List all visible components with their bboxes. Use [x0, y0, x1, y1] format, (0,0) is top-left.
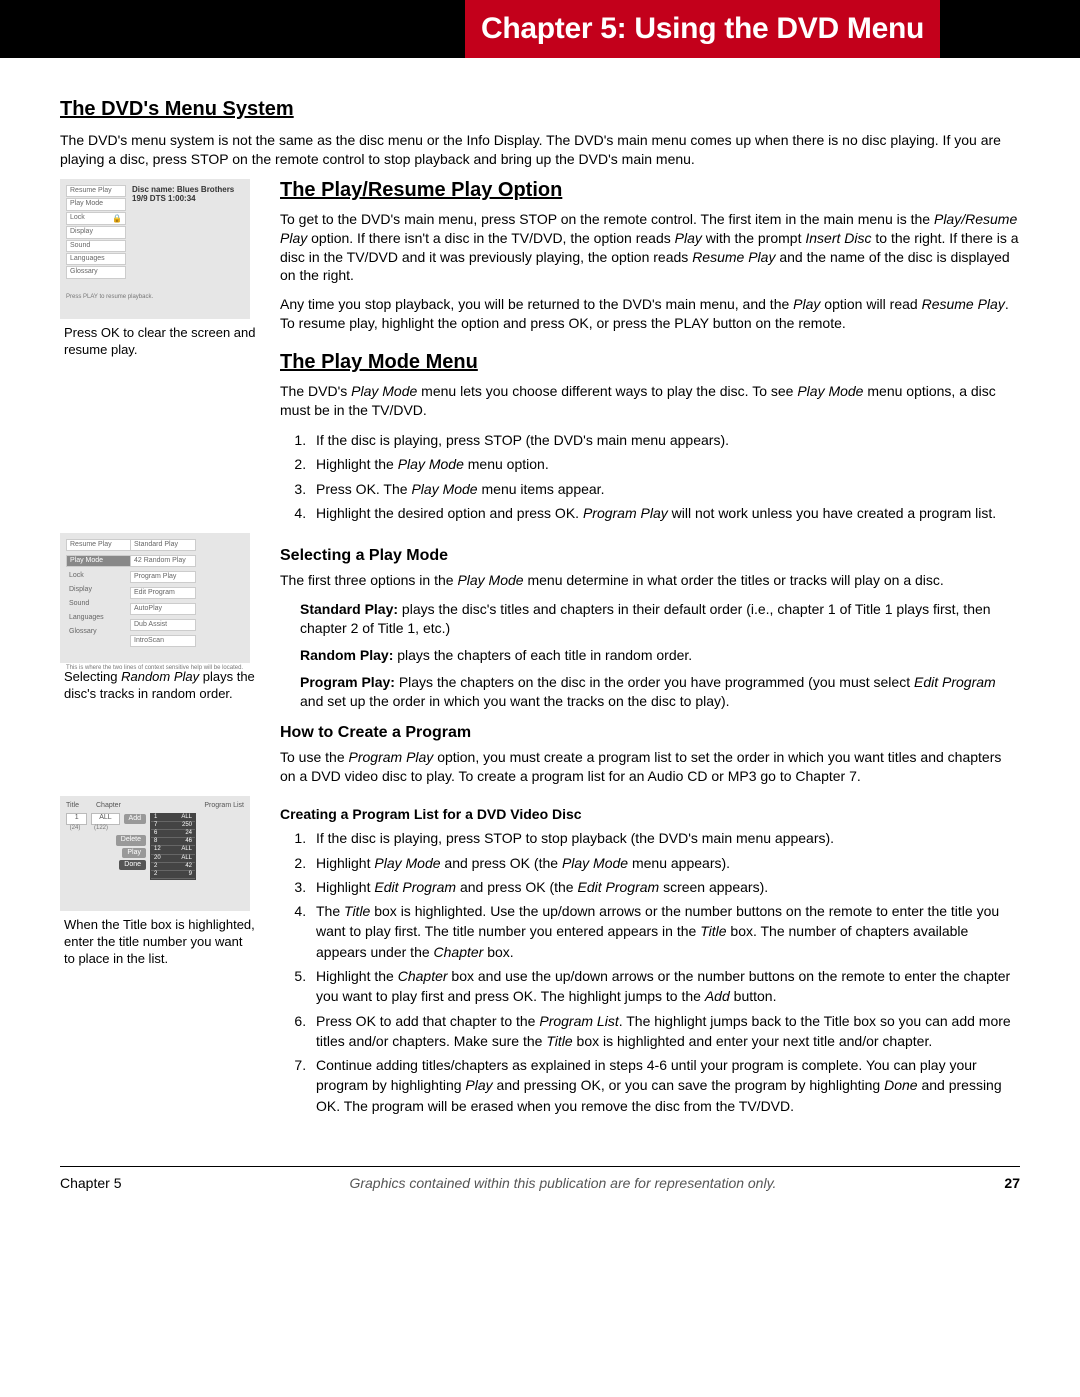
step: Press OK. The Play Mode menu items appea… [310, 479, 1020, 499]
fig1-disc-time: 19/9 DTS 1:00:34 [132, 194, 242, 204]
step: The Title box is highlighted. Use the up… [310, 901, 1020, 962]
right-column: Creating a Program List for a DVD Video … [280, 796, 1020, 1126]
play-resume-p1: To get to the DVD's main menu, press STO… [280, 210, 1020, 286]
chapter-title: Chapter 5: Using the DVD Menu [465, 0, 940, 58]
row-program-list: Title Chapter Program List 1 ALL Add [60, 796, 1020, 1126]
section-heading-dvd-menu-system: The DVD's Menu System [60, 98, 1020, 121]
step: If the disc is playing, press STOP (the … [310, 430, 1020, 450]
figure-main-menu: Resume Play Play Mode Lock🔒 Display Soun… [60, 179, 250, 319]
fig3-proglist-label: Program List [204, 802, 244, 810]
section-heading-play-resume: The Play/Resume Play Option [280, 179, 1020, 202]
figure-play-mode-menu: Resume Play Play Mode Lock Display Sound… [60, 533, 250, 663]
row-select-play-mode: Resume Play Play Mode Lock Display Sound… [60, 533, 1020, 796]
right-column: Selecting a Play Mode The first three op… [280, 533, 1020, 796]
right-column: The Play/Resume Play Option To get to th… [280, 179, 1020, 533]
create-program-p1: To use the Program Play option, you must… [280, 748, 1020, 786]
left-column: Title Chapter Program List 1 ALL Add [60, 796, 260, 986]
play-mode-p1: The DVD's Play Mode menu lets you choose… [280, 382, 1020, 420]
fig1-item: Languages [66, 253, 126, 265]
fig2-left-item: Lock [66, 571, 130, 581]
subheading-selecting-play-mode: Selecting a Play Mode [280, 547, 1020, 565]
fig1-item: Resume Play [66, 185, 126, 197]
step: Highlight Edit Program and press OK (the… [310, 877, 1020, 897]
footer-page-number: 27 [1004, 1175, 1020, 1191]
left-column: Resume Play Play Mode Lock Display Sound… [60, 533, 260, 721]
fig2-right-item: Edit Program [130, 587, 196, 599]
footer-left: Chapter 5 [60, 1175, 121, 1191]
fig3-delete-button: Delete [116, 835, 146, 845]
fig2-left-item: Sound [66, 599, 130, 609]
fig2-caption: Selecting Random Play plays the disc's t… [64, 669, 256, 703]
fig3-chapter-label: Chapter [96, 802, 126, 810]
fig2-right-item: AutoPlay [130, 603, 196, 615]
section-heading-play-mode: The Play Mode Menu [280, 351, 1020, 374]
fig3-title-label: Title [66, 802, 90, 810]
figure-edit-program: Title Chapter Program List 1 ALL Add [60, 796, 250, 911]
content-area: The DVD's Menu System The DVD's menu sys… [0, 58, 1080, 1126]
step: Highlight the desired option and press O… [310, 503, 1020, 523]
def-random-play: Random Play: plays the chapters of each … [300, 646, 1020, 665]
fig2-right-item: Standard Play [130, 539, 196, 551]
step: If the disc is playing, press STOP to st… [310, 828, 1020, 848]
fig3-play-button: Play [122, 848, 146, 858]
page: Chapter 5: Using the DVD Menu The DVD's … [0, 0, 1080, 1231]
fig1-caption: Press OK to clear the screen and resume … [64, 325, 256, 359]
footer-center: Graphics contained within this publicati… [349, 1175, 776, 1191]
fig1-foot: Press PLAY to resume playback. [66, 294, 244, 301]
fig2-left-item: Languages [66, 613, 130, 623]
step: Press OK to add that chapter to the Prog… [310, 1011, 1020, 1052]
intro-paragraph: The DVD's menu system is not the same as… [60, 131, 1020, 169]
fig2-left-item: Play Mode [66, 555, 132, 567]
play-mode-steps: If the disc is playing, press STOP (the … [280, 430, 1020, 523]
step: Highlight the Chapter box and use the up… [310, 966, 1020, 1007]
fig1-item: Display [66, 226, 126, 238]
subheading-creating-list: Creating a Program List for a DVD Video … [280, 806, 1020, 822]
fig2-right-item: IntroScan [130, 635, 196, 647]
fig1-disc-name: Disc name: Blues Brothers [132, 185, 242, 195]
row-play-resume: Resume Play Play Mode Lock🔒 Display Soun… [60, 179, 1020, 533]
fig3-program-table: 1ALL 7250 624 846 12ALL 20ALL 242 29 [150, 813, 196, 881]
fig2-left-item: Resume Play [66, 539, 132, 551]
fig2-right-item: Dub Assist [130, 619, 196, 631]
header-bar: Chapter 5: Using the DVD Menu [0, 0, 1080, 58]
fig1-item: Play Mode [66, 198, 126, 210]
def-standard-play: Standard Play: plays the disc's titles a… [300, 600, 1020, 638]
play-resume-p2: Any time you stop playback, you will be … [280, 295, 1020, 333]
fig3-add-button: Add [124, 814, 146, 824]
fig3-done-button: Done [119, 860, 146, 870]
fig2-right-item: 42 Random Play [130, 555, 196, 567]
fig3-chapter-box: ALL [91, 813, 119, 825]
fig3-caption: When the Title box is highlighted, enter… [64, 917, 256, 968]
fig2-left-item: Display [66, 585, 130, 595]
left-column: Resume Play Play Mode Lock🔒 Display Soun… [60, 179, 260, 377]
page-footer: Chapter 5 Graphics contained within this… [60, 1166, 1020, 1231]
lock-icon: 🔒 [112, 214, 122, 224]
step: Highlight the Play Mode menu option. [310, 454, 1020, 474]
step: Continue adding titles/chapters as expla… [310, 1055, 1020, 1116]
fig2-left-item: Glossary [66, 627, 130, 637]
def-program-play: Program Play: Plays the chapters on the … [300, 673, 1020, 711]
create-program-steps: If the disc is playing, press STOP to st… [280, 828, 1020, 1116]
fig2-right-item: Program Play [130, 571, 196, 583]
subheading-create-program: How to Create a Program [280, 724, 1020, 742]
fig3-title-box: 1 [66, 813, 87, 825]
step: Highlight Play Mode and press OK (the Pl… [310, 853, 1020, 873]
fig1-item: Lock🔒 [66, 212, 126, 226]
fig1-item: Glossary [66, 266, 126, 278]
fig1-item: Sound [66, 240, 126, 252]
select-mode-p1: The first three options in the Play Mode… [280, 571, 1020, 590]
